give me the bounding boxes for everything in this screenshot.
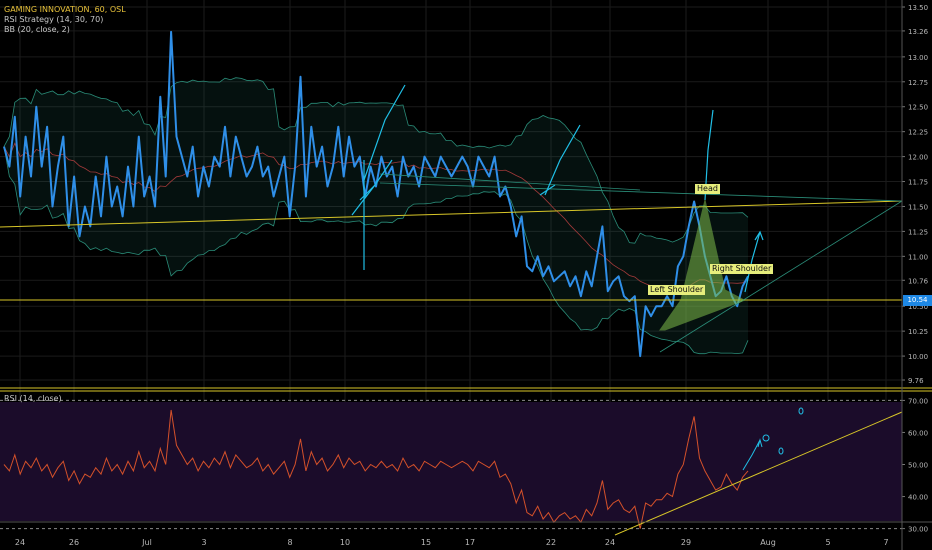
y-tick-label: 40.00 [908,494,928,502]
y-tick-label: 30.00 [908,526,928,534]
legend-strategy[interactable]: RSI Strategy (14, 30, 70) [4,15,126,25]
label-left-shoulder[interactable]: Left Shoulder [648,285,706,295]
last-price-badge: 10.54 [903,295,932,306]
y-tick-label: 50.00 [908,462,928,470]
main-legend: GAMING INNOVATION, 60, OSL RSI Strategy … [4,5,126,35]
y-tick-label: 10.00 [908,353,928,361]
x-tick-label: 5 [825,538,830,547]
x-tick-label: 24 [605,538,615,547]
rsi-legend: RSI (14, close) [4,394,62,404]
x-tick-label: 17 [465,538,475,547]
legend-title[interactable]: GAMING INNOVATION, 60, OSL [4,5,126,15]
x-tick-label: 29 [681,538,691,547]
y-tick-label: 11.25 [908,228,928,236]
y-tick-label: 13.50 [908,4,928,12]
x-tick-label: 8 [287,538,292,547]
y-tick-label: 11.50 [908,203,928,211]
y-tick-label: 13.26 [908,28,929,36]
y-tick-label: 10.76 [908,277,929,285]
y-tick-label: 12.25 [908,129,928,137]
y-tick-label: 13.00 [908,54,928,62]
label-head[interactable]: Head [695,184,720,194]
rsi-panel-background [0,402,902,521]
y-tick-label: 12.75 [908,79,928,87]
x-tick-label: 3 [201,538,206,547]
x-tick-label: 24 [15,538,25,547]
x-tick-label: 22 [546,538,556,547]
legend-bb[interactable]: BB (20, close, 2) [4,25,126,35]
x-tick-label: 26 [69,538,79,547]
y-tick-label: 12.50 [908,104,928,112]
x-tick-label: 10 [340,538,350,547]
y-tick-label: 60.00 [908,429,928,437]
y-tick-label: 12.00 [908,154,928,162]
y-tick-label: 11.00 [908,253,928,261]
y-tick-label: 11.75 [908,179,928,187]
x-tick-label: 7 [883,538,888,547]
y-tick-label: 9.76 [908,377,924,385]
y-tick-label: 70.00 [908,397,928,405]
y-tick-label: 10.25 [908,328,928,336]
label-right-shoulder[interactable]: Right Shoulder [710,264,774,274]
x-tick-label: Jul [141,538,152,547]
x-tick-label: 15 [421,538,431,547]
legend-rsi[interactable]: RSI (14, close) [4,394,62,404]
x-tick-label: Aug [760,538,776,547]
chart-canvas[interactable]: 24 26 Jul 3 8 10 15 17 22 24 29 Aug 5 7 9.76 10.00 10.25… [0,0,932,550]
